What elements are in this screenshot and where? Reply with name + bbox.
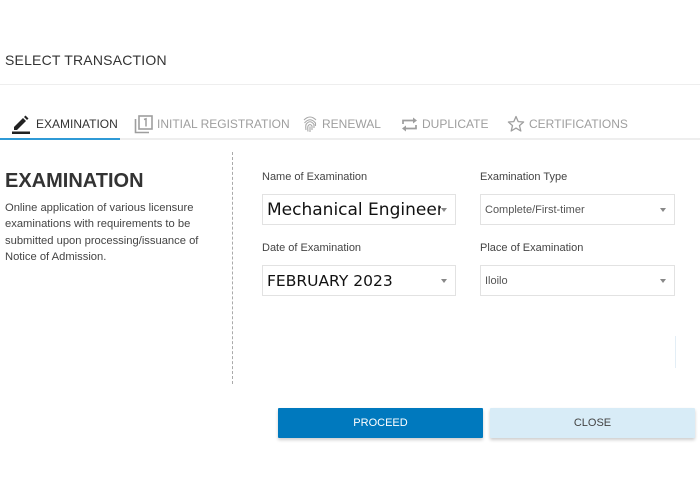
- repeat-icon: [401, 116, 418, 133]
- date-of-examination-value: FEBRUARY 2023: [267, 271, 393, 290]
- examination-type-value: Complete/First-timer: [485, 203, 585, 216]
- tab-label: RENEWAL: [322, 117, 381, 131]
- section-title: EXAMINATION: [5, 170, 144, 192]
- examination-type-select[interactable]: Complete/First-timer: [480, 194, 675, 225]
- tab-initial-registration[interactable]: INITIAL REGISTRATION: [134, 108, 290, 140]
- close-button[interactable]: CLOSE: [490, 408, 695, 438]
- tab-renewal[interactable]: RENEWAL: [302, 108, 381, 140]
- tab-certifications[interactable]: CERTIFICATIONS: [507, 108, 628, 140]
- filter-1-icon: [134, 114, 153, 134]
- scroll-edge-rule: [675, 336, 676, 368]
- page-title: SELECT TRANSACTION: [5, 52, 167, 68]
- name-of-examination-value: Mechanical Engineer: [267, 199, 441, 220]
- proceed-button[interactable]: PROCEED: [278, 408, 483, 438]
- transaction-tabs: EXAMINATION INITIAL REGISTRATION RENEWAL…: [0, 108, 700, 140]
- fingerprint-icon: [302, 115, 318, 133]
- chevron-down-icon: [441, 278, 447, 283]
- active-tab-indicator: [0, 138, 120, 140]
- vertical-separator: [232, 152, 233, 384]
- name-of-examination-label: Name of Examination: [262, 171, 368, 183]
- tab-duplicate[interactable]: DUPLICATE: [401, 108, 488, 140]
- chevron-down-icon: [660, 207, 666, 212]
- tab-label: INITIAL REGISTRATION: [157, 117, 290, 131]
- star-outline-icon: [507, 115, 525, 133]
- place-of-examination-label: Place of Examination: [480, 242, 584, 254]
- name-of-examination-select[interactable]: Mechanical Engineer: [262, 194, 456, 225]
- pencil-icon: [10, 114, 32, 134]
- place-of-examination-select[interactable]: Iloilo: [480, 265, 675, 296]
- tab-label: EXAMINATION: [36, 117, 118, 131]
- chevron-down-icon: [660, 278, 666, 283]
- tab-label: DUPLICATE: [422, 117, 489, 131]
- chevron-down-icon: [441, 207, 447, 212]
- date-of-examination-label: Date of Examination: [262, 242, 362, 254]
- date-of-examination-select[interactable]: FEBRUARY 2023: [262, 265, 456, 296]
- header-divider: [0, 84, 700, 85]
- tab-examination[interactable]: EXAMINATION: [10, 108, 118, 140]
- place-of-examination-value: Iloilo: [485, 274, 508, 287]
- section-description: Online application of various licensure …: [5, 202, 199, 263]
- examination-type-label: Examination Type: [480, 171, 568, 183]
- tab-label: CERTIFICATIONS: [529, 117, 628, 131]
